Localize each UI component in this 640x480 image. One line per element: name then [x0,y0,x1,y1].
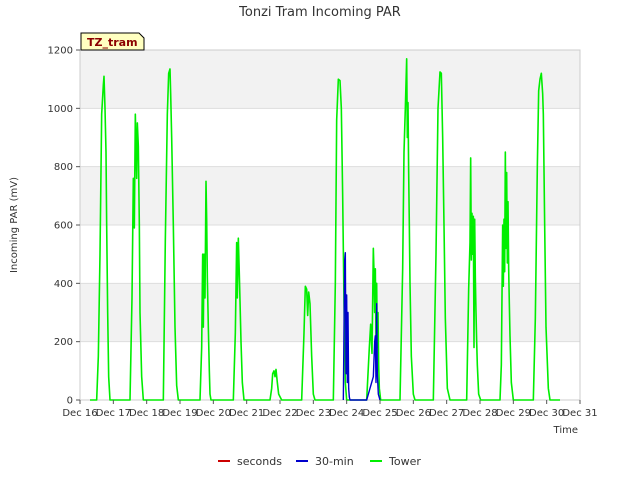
grid-band [80,50,580,109]
site-tag: TZ_tram [80,32,145,51]
grid-band [80,283,580,342]
y-axis-title: Incoming PAR (mV) [9,177,20,273]
chart: 0 200 400 600 800 1000 1200 Dec 16Dec 17Dec 18… [0,0,640,480]
x-tick-label: Dec 22 [262,408,297,419]
legend-label: 30-min [315,455,354,468]
y-tick-label: 1000 [48,104,73,115]
x-tick-label: Dec 25 [362,408,397,419]
legend-label: Tower [388,455,421,468]
x-tick-label: Dec 31 [562,408,597,419]
x-tick-label: Dec 23 [296,408,331,419]
x-tick-label: Dec 24 [329,408,364,419]
y-tick-label: 0 [67,396,73,407]
x-tick-label: Dec 20 [196,408,231,419]
x-tick-label: Dec 30 [529,408,564,419]
chart-title: Tonzi Tram Incoming PAR [238,5,401,20]
x-tick-label: Dec 16 [62,408,97,419]
y-tick-label: 400 [54,279,73,290]
x-tick-label: Dec 18 [129,408,164,419]
y-tick-label: 200 [54,337,73,348]
x-tick-label: Dec 27 [429,408,464,419]
x-tick-label: Dec 26 [396,408,431,419]
y-tick-label: 1200 [48,46,73,57]
site-tag-label: TZ_tram [87,36,138,49]
legend: seconds 30-min Tower [218,455,421,468]
x-tick-label: Dec 29 [496,408,531,419]
legend-label: seconds [237,455,282,468]
x-tick-label: Dec 21 [229,408,264,419]
x-axis-title: Time [553,425,578,436]
y-tick-label: 600 [54,221,73,232]
y-tick-label: 800 [54,162,73,173]
x-tick-label: Dec 17 [96,408,131,419]
x-tick-label: Dec 28 [462,408,497,419]
x-tick-label: Dec 19 [162,408,197,419]
